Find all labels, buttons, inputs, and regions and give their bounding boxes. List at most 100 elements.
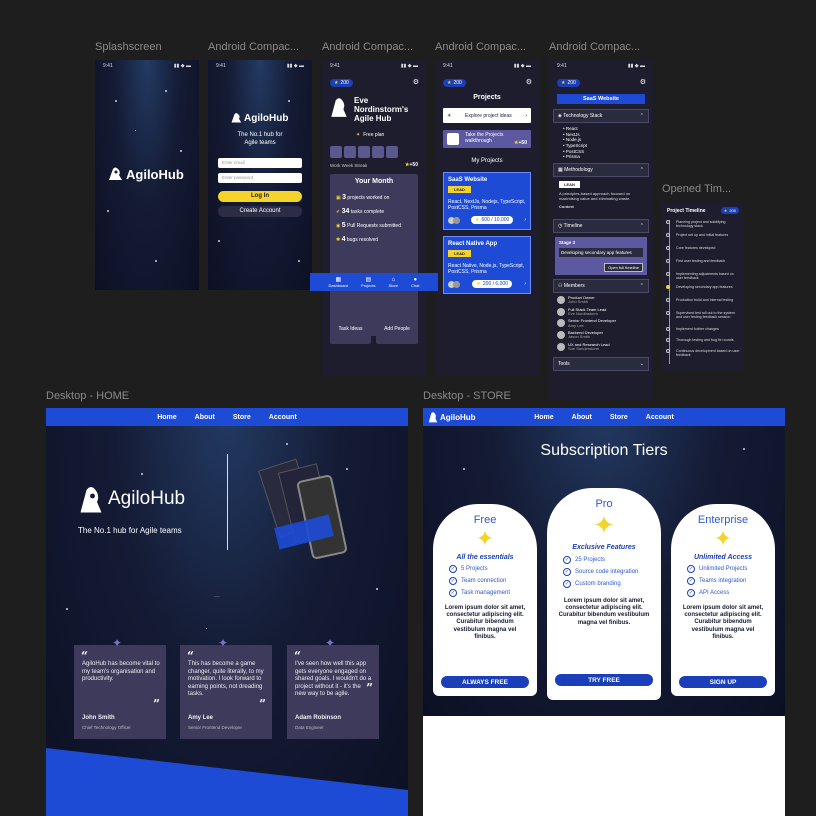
close-quote-icon: ” — [259, 697, 266, 711]
frame-label-desktop-home: Desktop - HOME — [46, 390, 130, 402]
stat-row: ✔ 34 tasks complete — [336, 208, 385, 215]
testimonial-text: This has become a game changer, quite li… — [188, 661, 264, 697]
explore-ideas-button[interactable]: ☀ Explore project ideas › — [443, 108, 531, 123]
nav-about[interactable]: About — [195, 414, 215, 421]
login-button[interactable]: Log In — [218, 191, 302, 202]
desktop-home-frame: Home About Store Account AgiloHub The No… — [46, 408, 408, 816]
section-technology-stack[interactable]: ◈ Technology Stack ⌃ — [553, 109, 649, 123]
nav-account[interactable]: Account — [269, 414, 297, 421]
section-members[interactable]: ⚇ Members ⌃ — [553, 278, 649, 293]
store-nav-brand: AgiloHub — [440, 412, 476, 422]
status-bar: 9:41 ▮▮ ◆ ▬ — [557, 63, 645, 69]
dashboard-tabbar: ▦ Dashboard ▤ Projects ⌂ Store ● Chat — [322, 273, 426, 291]
always-free-button[interactable]: ALWAYS FREE — [441, 676, 529, 688]
frame-label-android-projects: Android Compac... — [435, 41, 527, 53]
plan-label: ✦ Free plan — [356, 132, 385, 138]
store-nav-logo[interactable]: AgiloHub — [428, 411, 476, 423]
project-card[interactable]: React Native App LEAD React Native, Node… — [443, 236, 531, 294]
section-methodology[interactable]: ▦ Methodology ⌃ — [553, 162, 649, 177]
try-free-button[interactable]: TRY FREE — [555, 674, 653, 686]
tab-store[interactable]: ⌂ Store — [388, 277, 398, 288]
tier-feature: ✓ API Access — [687, 589, 730, 597]
timeline-steps: Planning project and solidifying technol… — [666, 220, 740, 362]
walkthrough-icon — [447, 133, 459, 145]
store-footer-area — [423, 716, 785, 816]
tier-card-enterprise: Enterprise ✦ Unlimited Access ✓ Unlimited… — [671, 504, 775, 696]
testimonial-card: ✦ “ I've seen how well this app gets eve… — [287, 636, 379, 739]
walkthrough-button[interactable]: Take the Projects walkthrough ★+50 — [443, 130, 531, 148]
tab-chat[interactable]: ● Chat — [411, 277, 419, 288]
tier-feature: ✓ Teams integration — [687, 577, 747, 585]
splash-logo: AgiloHub — [107, 166, 184, 182]
layers-icon: ◈ Technology Stack — [558, 113, 603, 119]
nav-about[interactable]: About — [572, 414, 592, 421]
method-text: A principles-based approach focused on m… — [559, 190, 631, 201]
section-timeline[interactable]: ◷ Timeline ⌃ — [553, 218, 649, 233]
login-tagline: The No.1 hub for Agile teams — [237, 132, 283, 146]
nav-home[interactable]: Home — [534, 414, 553, 421]
sign-up-button[interactable]: SIGN UP — [679, 676, 767, 688]
status-bar: 9:41 ▮▮ ◆ ▬ — [330, 63, 418, 69]
nav-account[interactable]: Account — [646, 414, 674, 421]
stage-text: Developing secondary app features — [559, 247, 643, 257]
timeline-step: Implement further changes — [666, 327, 740, 338]
agilohub-logo-icon — [428, 411, 438, 423]
streak-label: Work Week Streak — [330, 163, 368, 168]
tier-feature: ✓ Task management — [449, 589, 511, 597]
gear-icon[interactable]: ⚙ — [526, 78, 532, 86]
timeline-step: Production build and internal testing — [666, 298, 740, 311]
project-card[interactable]: SaaS Website LEAD React, NextJs, Nodejs,… — [443, 172, 531, 230]
github-icon: ◉ — [336, 223, 341, 229]
folder-icon: ▣ — [336, 195, 341, 201]
gear-icon[interactable]: ⚙ — [640, 78, 646, 86]
nav-store[interactable]: Store — [233, 414, 251, 421]
timeline-step: Thorough testing and bug fix rounds — [666, 338, 740, 349]
tier-feature: ✓ 5 Projects — [449, 565, 488, 573]
sparkle-icon: ✦ — [713, 526, 733, 551]
gear-icon[interactable]: ⚙ — [413, 78, 419, 86]
hero-ellipsis: ... — [214, 592, 220, 599]
project-footer: ★ 600 / 10,000 › — [448, 216, 526, 224]
pin-icon: ✦ — [325, 636, 336, 650]
tab-dashboard[interactable]: ▦ Dashboard — [328, 276, 348, 288]
desktop-home-nav: Home About Store Account — [46, 408, 408, 426]
nav-store[interactable]: Store — [610, 414, 628, 421]
tier-description: Lorem ipsum dolor sit amet, consectetur … — [682, 605, 764, 640]
nav-home[interactable]: Home — [157, 414, 176, 421]
stage-label: Stage 3 — [559, 239, 576, 245]
section-tools[interactable]: Tools ⌄ — [553, 356, 649, 371]
login-logo: AgiloHub — [230, 112, 288, 124]
points-badge: ★ 200 — [557, 79, 580, 87]
tier-feature: ✓ Source code integration — [563, 568, 639, 576]
footer-wave — [46, 748, 408, 816]
splash-frame: 9:41 ▮▮ ◆ ▬ AgiloHub — [95, 60, 199, 290]
methodology-body: LEAN A principles-based approach focused… — [553, 177, 649, 213]
check-circle-icon: ✓ — [687, 565, 695, 573]
people-icon: ⚇ Members — [558, 282, 585, 289]
check-circle-icon: ✓ — [563, 556, 571, 564]
status-bar: 9:41 ▮▮ ◆ ▬ — [103, 63, 191, 69]
status-bar: 9:41 ▮▮ ◆ ▬ — [443, 63, 531, 69]
desktop-store-frame: Home About Store Account AgiloHub Subscr… — [423, 408, 785, 716]
store-title: Subscription Tiers — [540, 442, 668, 459]
add-people-tile[interactable]: Add People — [376, 302, 418, 344]
chevron-up-icon: ⌃ — [639, 166, 644, 173]
status-bar: 9:41 ▮▮ ◆ ▬ — [216, 63, 304, 69]
sparkle-icon: ✦ — [593, 510, 615, 540]
points-badge: ★ 200 — [720, 207, 739, 214]
avatar — [557, 295, 565, 304]
open-timeline-button[interactable]: Open full timeline — [604, 262, 643, 272]
password-field[interactable]: Enter password — [218, 173, 302, 183]
create-account-button[interactable]: Create Account — [218, 206, 302, 217]
tier-card-free: Free ✦ All the essentials ✓ 5 Projects ✓ T… — [433, 504, 537, 696]
hero-tagline: The No.1 hub for Agile teams — [78, 526, 182, 535]
walkthrough-points: ★+50 — [514, 140, 527, 146]
tab-projects[interactable]: ▤ Projects — [361, 276, 375, 288]
frame-label-android-dashboard: Android Compac... — [322, 41, 414, 53]
project-detail-title: SaaS Website — [557, 94, 645, 104]
testimonial-card: ✦ “ This has become a game changer, quit… — [180, 636, 272, 739]
task-ideas-tile[interactable]: Task Ideas — [330, 302, 371, 344]
member-row: Product Owner John Smith — [557, 295, 645, 305]
tech-list: • React • NextJs • Node.js • TypeScript • … — [563, 126, 588, 160]
email-field[interactable]: Enter email — [218, 158, 302, 168]
